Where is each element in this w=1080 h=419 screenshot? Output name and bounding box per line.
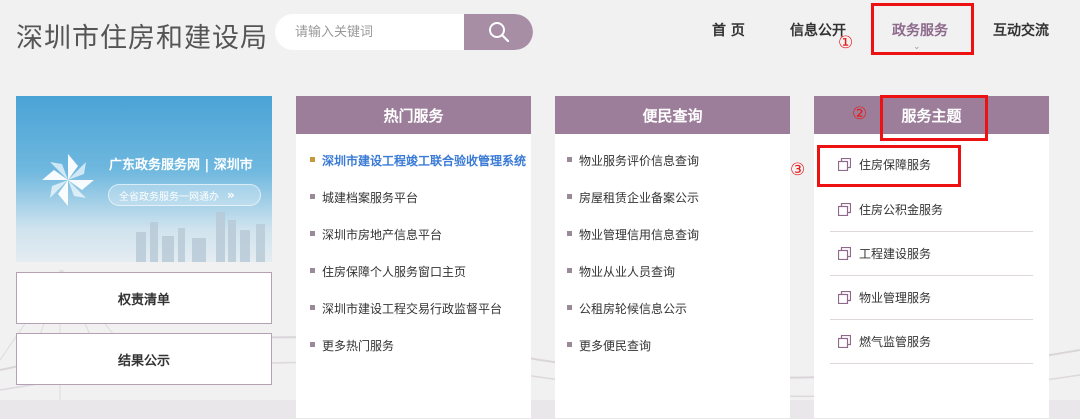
result-notice-button[interactable]: 结果公示: [16, 333, 272, 385]
copy-squares-icon: [838, 247, 851, 260]
public-query-item[interactable]: 公租房轮候信息公示: [555, 300, 790, 337]
copy-squares-icon: [838, 291, 851, 304]
banner-title: 广东政务服务网 | 深圳市: [109, 158, 253, 173]
annotation-number-1: ①: [838, 33, 854, 53]
hot-services-title: 热门服务: [296, 96, 531, 134]
more-hot-services-link[interactable]: 更多热门服务: [296, 337, 531, 374]
hot-service-item[interactable]: 住房保障个人服务窗口主页: [296, 263, 531, 300]
annotation-number-2: ②: [852, 104, 868, 124]
annotation-box-nav-service: [871, 3, 974, 55]
public-query-title: 便民查询: [555, 96, 790, 134]
copy-squares-icon: [838, 203, 851, 216]
search-bar: [275, 14, 533, 50]
bullet-square-icon: [567, 194, 572, 199]
public-query-item[interactable]: 物业从业人员查询: [555, 263, 790, 300]
hot-services-panel: 热门服务 深圳市建设工程竣工联合验收管理系统 城建档案服务平台 深圳市房地产信息…: [296, 96, 531, 418]
theme-gas-supervision[interactable]: 燃气监管服务: [830, 320, 1033, 364]
gd-gov-service-banner[interactable]: 广东政务服务网 | 深圳市 全省政务服务一网通办 »: [16, 96, 272, 262]
bullet-square-icon: [567, 231, 572, 236]
annotation-box-service-themes: [880, 95, 988, 141]
bullet-square-icon: [310, 305, 315, 310]
hot-service-item[interactable]: 深圳市建设工程竣工联合验收管理系统: [296, 152, 531, 189]
nav-home[interactable]: 首 页: [712, 20, 745, 40]
public-query-panel: 便民查询 物业服务评价信息查询 房屋租赁企业备案公示 物业管理信用信息查询 物业…: [555, 96, 790, 418]
theme-engineering-construction[interactable]: 工程建设服务: [830, 232, 1033, 276]
bullet-square-icon: [567, 305, 572, 310]
site-title: 深圳市住房和建设局: [16, 23, 268, 54]
search-input[interactable]: [275, 14, 465, 50]
public-query-item[interactable]: 物业管理信用信息查询: [555, 226, 790, 263]
theme-housing-provident-fund[interactable]: 住房公积金服务: [830, 188, 1033, 232]
bullet-square-icon: [310, 231, 315, 236]
city-skyline-illustration: [136, 212, 265, 262]
search-icon: [488, 22, 509, 43]
hot-service-item[interactable]: 城建档案服务平台: [296, 189, 531, 226]
annotation-box-housing-security: [817, 145, 961, 187]
bullet-square-icon: [567, 268, 572, 273]
bullet-square-icon: [567, 157, 572, 162]
annotation-number-3: ③: [790, 160, 806, 180]
search-button[interactable]: [464, 14, 533, 50]
bullet-square-icon: [310, 342, 315, 347]
public-query-item[interactable]: 房屋租赁企业备案公示: [555, 189, 790, 226]
bullet-square-icon: [310, 268, 315, 273]
copy-squares-icon: [838, 335, 851, 348]
public-query-item[interactable]: 物业服务评价信息查询: [555, 152, 790, 189]
theme-property-management[interactable]: 物业管理服务: [830, 276, 1033, 320]
banner-pill-label: 全省政务服务一网通办: [119, 191, 219, 203]
nav-interaction[interactable]: 互动交流: [993, 20, 1049, 40]
bullet-square-icon: [310, 194, 315, 199]
double-chevron-right-icon: »: [227, 188, 235, 202]
hot-service-item[interactable]: 深圳市建设工程交易行政监督平台: [296, 300, 531, 337]
bullet-square-icon: [567, 342, 572, 347]
hot-service-item[interactable]: 深圳市房地产信息平台: [296, 226, 531, 263]
bullet-square-icon: [310, 157, 315, 162]
more-public-query-link[interactable]: 更多便民查询: [555, 337, 790, 374]
power-list-button[interactable]: 权责清单: [16, 272, 272, 324]
gd-gov-logo-icon: [42, 154, 94, 206]
